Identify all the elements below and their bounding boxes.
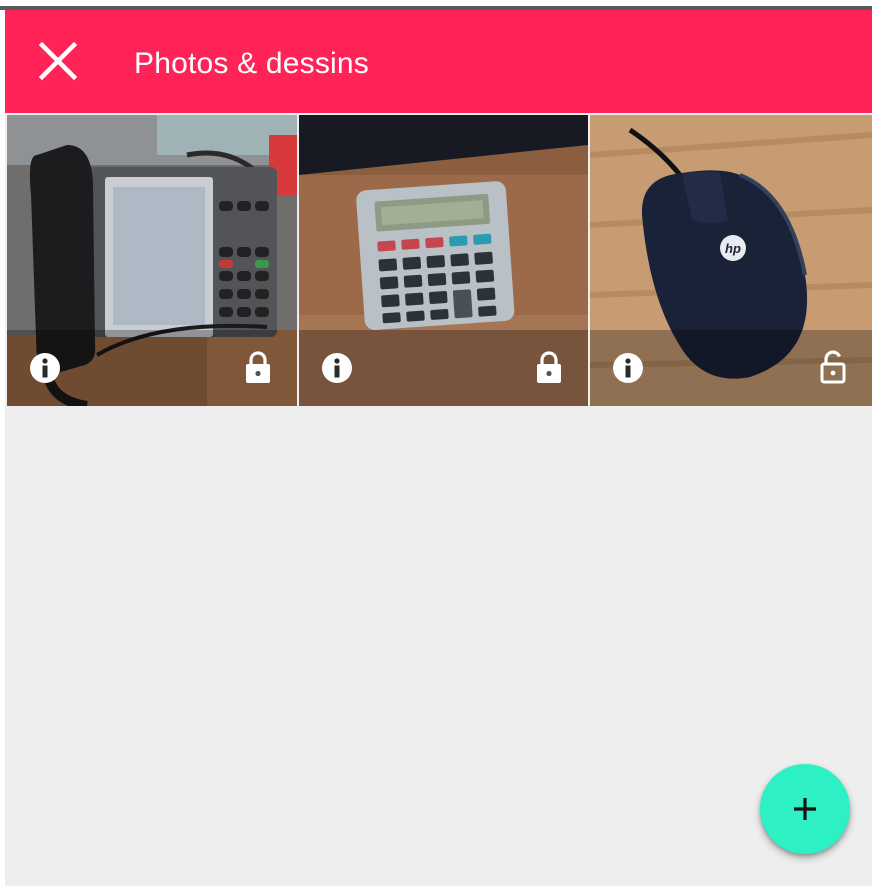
photos-dialog: Photos & dessins hp bbox=[5, 10, 872, 886]
info-icon[interactable] bbox=[321, 352, 353, 384]
add-photo-button[interactable] bbox=[760, 764, 850, 854]
photo-grid: hp bbox=[7, 115, 872, 406]
background-app-edge bbox=[0, 0, 872, 10]
plus-icon bbox=[794, 798, 816, 820]
app-bar: Photos & dessins bbox=[5, 10, 872, 113]
page-title: Photos & dessins bbox=[134, 47, 369, 80]
lock-closed-icon[interactable] bbox=[534, 350, 564, 384]
close-icon bbox=[38, 41, 78, 81]
info-icon[interactable] bbox=[612, 352, 644, 384]
close-button[interactable] bbox=[31, 34, 85, 88]
lock-closed-icon[interactable] bbox=[243, 350, 273, 384]
mouse-brand-text: hp bbox=[725, 241, 741, 256]
photo-tile-mouse[interactable]: hp bbox=[590, 115, 872, 406]
photo-tile-calculator[interactable] bbox=[299, 115, 588, 406]
lock-open-icon[interactable] bbox=[818, 350, 848, 384]
info-icon[interactable] bbox=[29, 352, 61, 384]
photo-tile-phone[interactable] bbox=[7, 115, 297, 406]
